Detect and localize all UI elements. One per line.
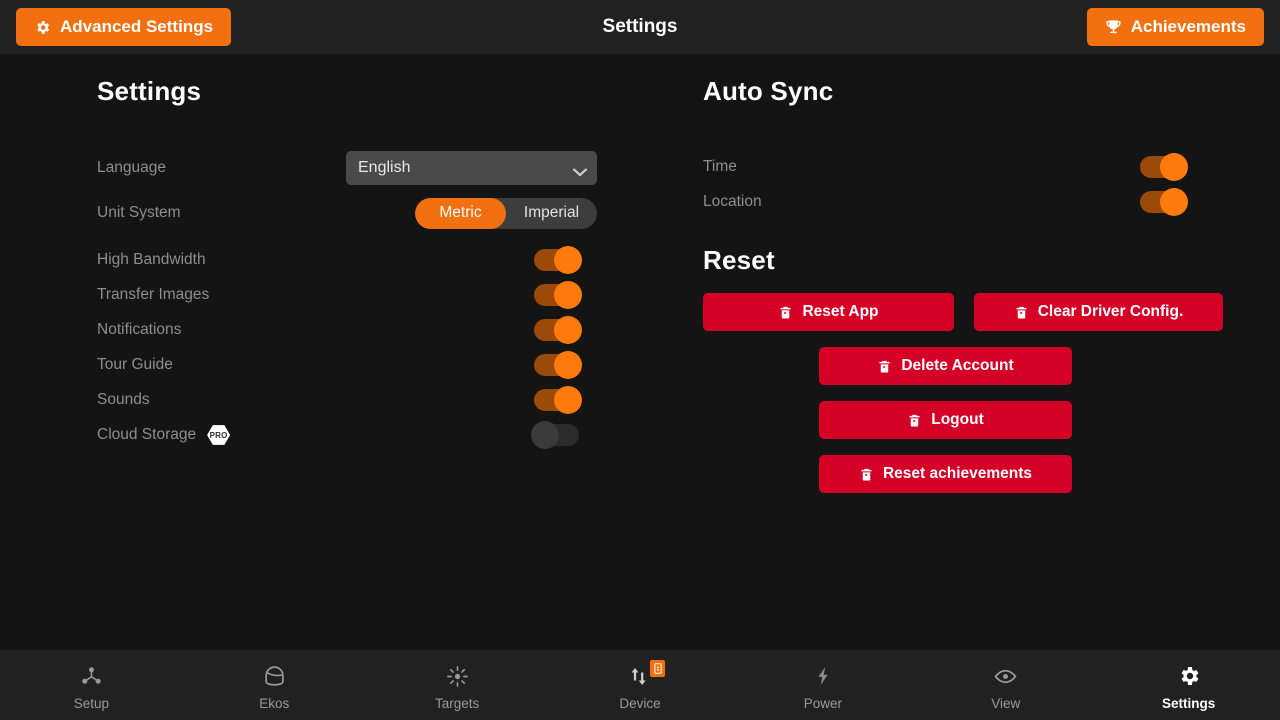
reset-section-title: Reset (703, 245, 775, 275)
unit-system-segmented-control[interactable]: Metric Imperial (415, 197, 597, 229)
nav-label-setup: Setup (73, 696, 110, 711)
sounds-label: Sounds (97, 391, 150, 408)
auto-sync-reset-column: Auto Sync Time Location Reset Reset App (703, 76, 1223, 493)
trash-icon (859, 467, 874, 482)
toggle-knob (1160, 188, 1188, 216)
transfer-images-label: Transfer Images (97, 286, 210, 303)
clear-driver-config-button[interactable]: Clear Driver Config. (973, 293, 1223, 331)
language-label: Language (97, 159, 166, 176)
chevron-down-icon (573, 164, 587, 176)
tour-guide-row: Tour Guide (97, 348, 597, 382)
advanced-settings-label: Advanced Settings (60, 17, 214, 36)
nav-item-view[interactable]: View (914, 650, 1097, 720)
settings-column: Settings Language English Unit System Me… (97, 76, 597, 452)
sounds-row: Sounds (97, 383, 597, 417)
transfer-images-row: Transfer Images (97, 278, 597, 312)
cloud-storage-row: Cloud Storage PRO (97, 418, 597, 452)
reset-app-button[interactable]: Reset App (703, 293, 954, 331)
nav-label-power: Power (803, 696, 842, 711)
reset-buttons-row: Reset App Clear Driver Config. (703, 293, 1223, 331)
unit-system-row: Unit System Metric Imperial (97, 196, 597, 230)
toggle-knob (554, 316, 582, 344)
tour-guide-toggle[interactable] (534, 351, 582, 379)
pro-badge: PRO (207, 425, 231, 445)
trash-icon (877, 359, 892, 374)
lightning-bolt-icon (812, 663, 834, 689)
settings-screen: Advanced Settings Settings Achievements … (0, 0, 1280, 720)
settings-section-title: Settings (97, 76, 202, 106)
nav-label-device: Device (619, 696, 661, 711)
unit-option-metric[interactable]: Metric (415, 197, 506, 229)
time-sync-label: Time (703, 158, 737, 175)
notifications-row: Notifications (97, 313, 597, 347)
observatory-dome-icon (262, 663, 287, 689)
nav-item-power[interactable]: Power (731, 650, 914, 720)
trash-icon (778, 305, 793, 320)
time-sync-row: Time (703, 150, 1223, 184)
reset-app-label: Reset App (802, 303, 879, 320)
unit-system-label: Unit System (97, 204, 181, 221)
unit-option-imperial[interactable]: Imperial (506, 198, 597, 229)
reset-achievements-label: Reset achievements (882, 465, 1033, 482)
achievements-label: Achievements (1130, 17, 1246, 36)
nav-label-settings: Settings (1161, 696, 1216, 711)
transfer-images-toggle[interactable] (534, 281, 582, 309)
high-bandwidth-row: High Bandwidth (97, 243, 597, 277)
nav-label-targets: Targets (435, 696, 480, 711)
cloud-storage-toggle[interactable] (531, 421, 579, 449)
trash-icon (1014, 305, 1029, 320)
trophy-icon (1105, 19, 1122, 36)
nav-item-settings[interactable]: Settings (1097, 650, 1280, 720)
toggle-knob (554, 281, 582, 309)
location-sync-toggle[interactable] (1140, 188, 1188, 216)
notifications-toggle[interactable] (534, 316, 582, 344)
nav-item-targets[interactable]: Targets (366, 650, 549, 720)
toggle-knob (554, 246, 582, 274)
trash-icon (907, 413, 922, 428)
time-sync-toggle[interactable] (1140, 153, 1188, 181)
nav-item-ekos[interactable]: Ekos (183, 650, 366, 720)
advanced-settings-button[interactable]: Advanced Settings (16, 8, 232, 46)
toggle-knob (554, 386, 582, 414)
toggle-knob (531, 421, 559, 449)
tour-guide-label: Tour Guide (97, 356, 173, 373)
toggle-knob (554, 351, 582, 379)
reset-achievements-button[interactable]: Reset achievements (819, 455, 1072, 493)
notifications-label: Notifications (97, 321, 182, 338)
eye-icon (993, 663, 1018, 689)
starburst-icon (446, 663, 469, 689)
nav-label-ekos: Ekos (259, 696, 290, 711)
nav-item-device[interactable]: Device (549, 650, 732, 720)
sounds-toggle[interactable] (534, 386, 582, 414)
nav-item-setup[interactable]: Setup (0, 650, 183, 720)
location-sync-label: Location (703, 193, 762, 210)
toggle-knob (1160, 153, 1188, 181)
gear-icon (1177, 663, 1201, 689)
cloud-storage-label: Cloud Storage (97, 426, 197, 443)
delete-account-label: Delete Account (901, 357, 1014, 374)
transfer-arrows-icon (628, 660, 665, 689)
high-bandwidth-label: High Bandwidth (97, 251, 206, 268)
logout-label: Logout (931, 411, 984, 428)
gear-icon (34, 19, 51, 36)
high-bandwidth-toggle[interactable] (534, 246, 582, 274)
auto-sync-section-title: Auto Sync (703, 76, 834, 106)
logout-button[interactable]: Logout (819, 401, 1072, 439)
language-row: Language English (97, 151, 597, 185)
location-sync-row: Location (703, 185, 1223, 219)
bottom-navigation-bar: Setup Ekos Targets Device Power View Set… (0, 650, 1280, 720)
language-value: English (358, 159, 411, 176)
clear-driver-config-label: Clear Driver Config. (1037, 303, 1184, 320)
hub-node-icon (80, 663, 103, 689)
delete-account-button[interactable]: Delete Account (819, 347, 1072, 385)
device-badge (650, 660, 665, 677)
content-area: Settings Language English Unit System Me… (0, 54, 1280, 650)
nav-label-view: View (991, 696, 1021, 711)
app-header: Advanced Settings Settings Achievements (0, 0, 1280, 54)
achievements-button[interactable]: Achievements (1086, 8, 1264, 46)
language-select[interactable]: English (346, 151, 597, 185)
